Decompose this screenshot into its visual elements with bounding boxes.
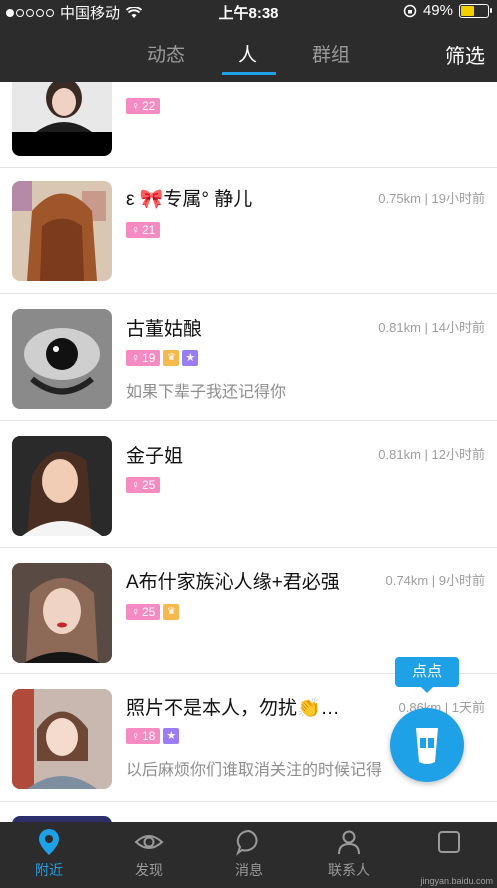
age-badge: ♀ 22: [126, 98, 161, 114]
nav-discover[interactable]: 发现: [109, 828, 189, 880]
female-icon: ♀: [131, 223, 140, 237]
signature: 以后麻烦你们谁取消关注的时候记得: [126, 762, 383, 779]
grid-icon: [438, 831, 460, 853]
star-badge: ★: [182, 350, 199, 366]
signature: 如果下辈子我还记得你: [126, 384, 287, 401]
person-name: 金子姐: [126, 446, 184, 467]
list-item[interactable]: [0, 802, 497, 822]
tooltip-bubble: 点点: [395, 657, 459, 693]
battery-icon: [459, 3, 492, 18]
age-badge: ♀ 25: [126, 477, 161, 493]
nav-nearby[interactable]: 附近: [9, 828, 89, 880]
avatar: [12, 181, 112, 281]
active-tab-indicator: [222, 72, 276, 75]
nav-more[interactable]: [409, 828, 489, 860]
age-badge: ♀ 18: [126, 728, 161, 744]
nav-messages[interactable]: 消息: [209, 828, 289, 880]
star-badge: ★: [163, 728, 180, 744]
filter-button[interactable]: 筛选: [445, 40, 485, 69]
nav-label: 附近: [35, 862, 63, 878]
vip-badge: ♛: [163, 350, 180, 366]
age-badge: ♀ 19: [126, 350, 161, 366]
person-name: A布什家族沁人缘+君必强: [126, 572, 340, 593]
list-item[interactable]: 金子姐 0.81km | 12小时前 ♀ 25: [0, 421, 497, 548]
tab-people[interactable]: 人: [238, 40, 257, 67]
avatar: [12, 309, 112, 409]
person-name: 古董姑酿: [126, 319, 203, 340]
female-icon: ♀: [131, 729, 140, 743]
distance-time: 0.81km | 14小时前: [378, 320, 485, 335]
nav-contacts[interactable]: 联系人: [309, 828, 389, 880]
avatar: [12, 82, 112, 156]
nav-label: 联系人: [328, 862, 370, 878]
female-icon: ♀: [131, 605, 140, 619]
list-item[interactable]: 古董姑酿 0.81km | 14小时前 ♀ 19 ♛ ★ 如果下辈子我还记得你: [0, 294, 497, 421]
avatar: [12, 689, 112, 789]
person-name: 照片不是本人，勿扰👏…: [126, 698, 340, 719]
distance-time: 0.75km | 19小时前: [378, 191, 485, 206]
list-item[interactable]: ε 🎀专属° 静儿 0.75km | 19小时前 ♀ 21: [0, 168, 497, 294]
bottom-nav: 附近 发现 消息 联系人 jingyan.baidu.com: [0, 822, 497, 888]
tab-dynamics[interactable]: 动态: [147, 40, 185, 67]
vip-badge: ♛: [163, 604, 180, 620]
top-nav: 动态 人 群组 筛选: [0, 24, 497, 82]
rotation-lock-icon: [403, 4, 417, 17]
eye-icon: [134, 835, 164, 849]
age-badge: ♀ 25: [126, 604, 161, 620]
female-icon: ♀: [131, 99, 140, 113]
person-icon: [338, 830, 360, 855]
status-bar: 中国移动 上午8:38 49%: [0, 0, 497, 24]
avatar: [12, 436, 112, 536]
cup-icon: [416, 728, 438, 764]
list-item[interactable]: ♀ 22: [0, 82, 497, 168]
list-item[interactable]: A布什家族沁人缘+君必强 0.74km | 9小时前 ♀ 25 ♛: [0, 548, 497, 674]
avatar: [12, 563, 112, 663]
age-badge: ♀ 21: [126, 222, 161, 238]
chat-bubble-icon: [236, 829, 258, 856]
distance-time: 0.74km | 9小时前: [385, 573, 485, 588]
watermark: jingyan.baidu.com: [420, 876, 493, 886]
female-icon: ♀: [131, 478, 140, 492]
dian-dian-button[interactable]: [390, 708, 464, 782]
tab-groups[interactable]: 群组: [312, 40, 350, 67]
nav-label: 发现: [135, 862, 163, 878]
person-name: ε 🎀专属° 静儿: [126, 189, 253, 210]
distance-time: 0.81km | 12小时前: [378, 447, 485, 462]
battery-percent: 49%: [422, 2, 453, 19]
location-pin-icon: [39, 829, 59, 855]
nav-label: 消息: [235, 862, 263, 878]
female-icon: ♀: [131, 351, 140, 365]
